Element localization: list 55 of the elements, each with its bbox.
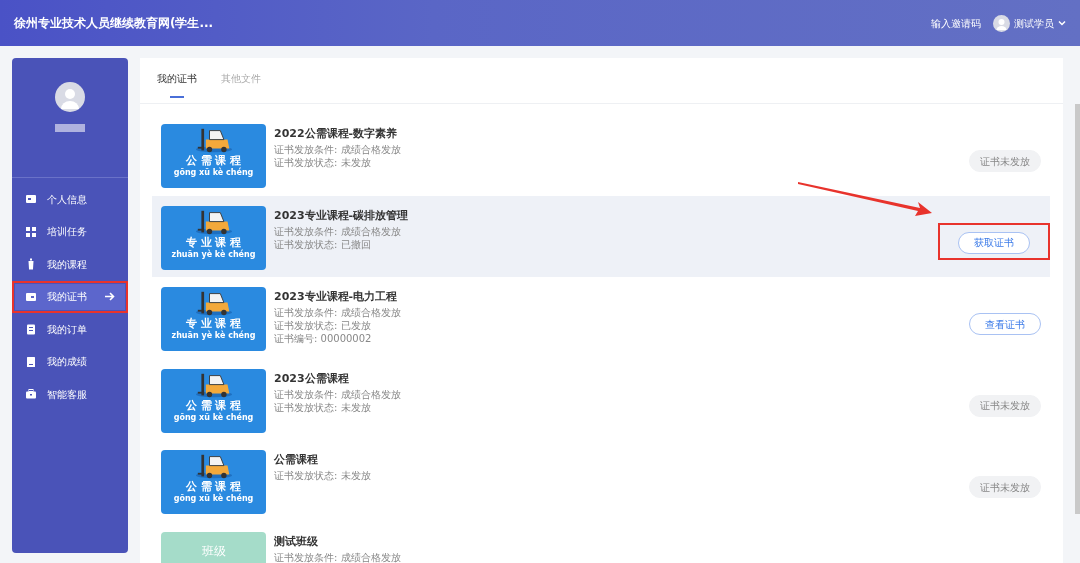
cover-pinyin: zhuān yè kè chéng xyxy=(171,248,256,260)
certificate-button[interactable]: 证书未发放 xyxy=(969,476,1041,498)
cover-title: 公 需 课 程 xyxy=(185,480,242,493)
sidebar-item[interactable]: 我的订单 xyxy=(15,316,125,343)
user-menu[interactable]: 测试学员 xyxy=(993,14,1066,32)
certificate-detail: 证书发放状态: 已发放 xyxy=(274,320,372,332)
cover-pinyin: gōng xū kè chéng xyxy=(173,493,254,504)
invite-code-link[interactable]: 输入邀请码 xyxy=(931,15,981,31)
card-icon xyxy=(25,290,37,303)
sidebar-item[interactable]: 个人信息 xyxy=(15,186,125,213)
avatar-icon xyxy=(55,82,85,112)
sidebar-item[interactable]: 培训任务 xyxy=(15,218,125,245)
briefcase-icon xyxy=(25,388,37,401)
cover-pinyin: gōng xū kè chéng xyxy=(173,411,254,423)
arrow-right-icon xyxy=(105,292,115,302)
tab[interactable]: 我的证书 xyxy=(157,57,197,103)
avatar-icon xyxy=(993,14,1010,32)
blurred-name xyxy=(55,124,85,132)
certificate-button[interactable]: 证书未发放 xyxy=(969,394,1041,417)
sidebar-item[interactable]: 我的成绩 xyxy=(15,348,125,375)
sidebar-item[interactable]: 我的课程 xyxy=(15,251,125,278)
certificate-detail: 证书编号: 00000002 xyxy=(274,333,373,345)
course-title: 2023专业课程-电力工程 xyxy=(274,289,399,305)
grid-icon xyxy=(25,225,37,238)
course-title: 2023公需课程 xyxy=(274,370,350,387)
site-title: 徐州专业技术人员继续教育网(学生... xyxy=(14,15,214,32)
cover-title: 专 业 课 程 xyxy=(185,317,242,330)
certificate-detail: 证书发放状态: 已撤回 xyxy=(274,238,372,251)
certificate-detail: 证书发放条件: 成绩合格发放 xyxy=(274,307,401,319)
certificate-detail: 证书发放条件: 成绩合格发放 xyxy=(274,551,401,563)
certificate-button[interactable]: 证书未发放 xyxy=(969,150,1041,172)
certificate-detail: 证书发放状态: 未发放 xyxy=(274,401,372,414)
cover-title: 班级 xyxy=(201,542,226,560)
certificate-detail: 证书发放状态: 未发放 xyxy=(274,157,372,169)
certificate-button[interactable]: 查看证书 xyxy=(969,313,1041,335)
certificate-detail: 证书发放状态: 未发放 xyxy=(274,470,371,482)
certificate-button[interactable]: 获取证书 xyxy=(958,231,1030,254)
clipboard-icon xyxy=(25,323,37,336)
id-card-icon xyxy=(25,193,37,206)
certificate-detail: 证书发放条件: 成绩合格发放 xyxy=(274,388,401,401)
cover-pinyin: zhuān yè kè chéng xyxy=(171,330,256,341)
certificate-detail: 证书发放条件: 成绩合格发放 xyxy=(274,144,401,156)
course-title: 2023专业课程-碳排放管理 xyxy=(274,207,409,224)
course-title: 公需课程 xyxy=(274,452,319,468)
cover-pinyin: gōng xū kè chéng xyxy=(173,167,254,178)
cover-title: 公 需 课 程 xyxy=(185,154,242,167)
course-title: 测试班级 xyxy=(274,533,319,550)
chevron-down-icon xyxy=(1058,20,1066,26)
document-icon xyxy=(25,355,37,368)
sidebar-item[interactable]: 智能客服 xyxy=(15,381,125,408)
sidebar-item[interactable]: 我的证书 xyxy=(15,283,125,310)
course-title: 2022公需课程-数字素养 xyxy=(274,126,399,142)
certificate-detail: 证书发放条件: 成绩合格发放 xyxy=(274,225,402,238)
cover-title: 公 需 课 程 xyxy=(185,398,242,412)
cover-title: 专 业 课 程 xyxy=(185,235,242,249)
